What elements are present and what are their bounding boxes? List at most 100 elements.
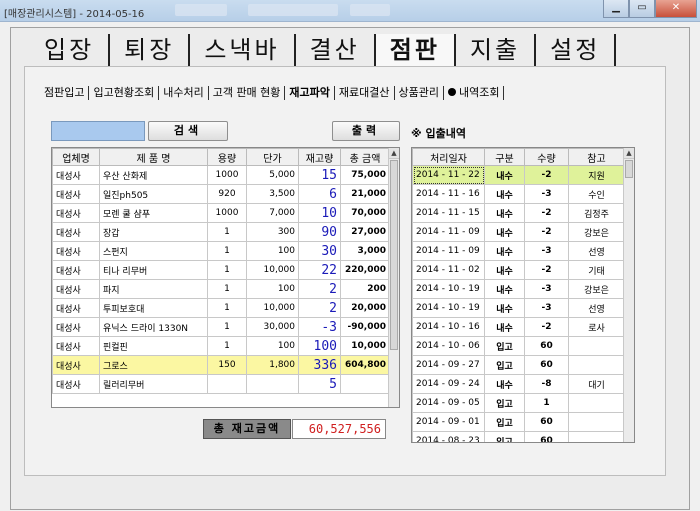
history-row[interactable]: 2014 - 11 - 09 내수 -3 선영 <box>412 241 625 261</box>
sub-tab[interactable]: 점판입고 <box>40 86 90 100</box>
inventory-cell: 1 <box>207 298 247 318</box>
history-row[interactable]: 2014 - 10 - 16 내수 -2 로사 <box>412 317 625 337</box>
inventory-column-header[interactable]: 단가 <box>246 148 299 166</box>
history-cell: 수인 <box>568 184 625 204</box>
inventory-row[interactable]: 대성사 핀컬핀 1 100 100 10,000 <box>52 336 390 356</box>
inventory-cell: 5,000 <box>246 165 299 185</box>
inventory-cell: 150 <box>207 355 247 375</box>
history-row[interactable]: 2014 - 09 - 27 입고 60 <box>412 355 625 375</box>
history-cell: 선영 <box>568 298 625 318</box>
inventory-row[interactable]: 대성사 그로스 150 1,800 336 604,800 <box>52 355 390 375</box>
sub-tab[interactable]: 내역조회 <box>444 86 505 100</box>
history-cell: 지원 <box>568 165 625 185</box>
history-cell: 강보은 <box>568 222 625 242</box>
history-row[interactable]: 2014 - 09 - 05 입고 1 <box>412 393 625 413</box>
history-cell: 2014 - 09 - 01 <box>412 412 485 432</box>
inventory-row[interactable]: 대성사 모렌 쿨 샴푸 1000 7,000 10 70,000 <box>52 203 390 223</box>
sub-tab-label: 재고파악 <box>289 86 330 99</box>
history-column-header[interactable]: 처리일자 <box>412 148 485 166</box>
history-row[interactable]: 2014 - 08 - 23 입고 60 <box>412 431 625 442</box>
inventory-row[interactable]: 대성사 투피보호대 1 10,000 2 20,000 <box>52 298 390 318</box>
inventory-column-header[interactable]: 총 금액 <box>340 148 390 166</box>
minimize-icon[interactable]: ▁ <box>603 0 629 18</box>
inventory-row[interactable]: 대성사 우산 산화제 1000 5,000 15 75,000 <box>52 165 390 185</box>
main-tab[interactable]: 지출 <box>456 34 537 66</box>
history-cell: 2014 - 11 - 09 <box>412 241 485 261</box>
history-row[interactable]: 2014 - 11 - 16 내수 -3 수인 <box>412 184 625 204</box>
search-button[interactable]: 검색 <box>148 121 228 141</box>
inventory-row[interactable]: 대성사 장갑 1 300 90 27,000 <box>52 222 390 242</box>
history-cell: 2014 - 11 - 15 <box>412 203 485 223</box>
history-cell: -2 <box>524 203 569 223</box>
inventory-cell: 대성사 <box>52 184 100 204</box>
history-row[interactable]: 2014 - 11 - 02 내수 -2 기태 <box>412 260 625 280</box>
inventory-cell: 대성사 <box>52 355 100 375</box>
inventory-cell: 유닉스 드라이 1330N <box>99 317 208 337</box>
inventory-cell: 604,800 <box>340 355 390 375</box>
scroll-up-icon[interactable]: ▲ <box>624 148 634 159</box>
print-button[interactable]: 출력 <box>332 121 400 141</box>
history-row[interactable]: 2014 - 11 - 09 내수 -2 강보은 <box>412 222 625 242</box>
history-row[interactable]: 2014 - 10 - 19 내수 -3 선영 <box>412 298 625 318</box>
inventory-column-header[interactable]: 업체명 <box>52 148 100 166</box>
inventory-cell <box>207 374 247 394</box>
main-tab[interactable]: 스낵바 <box>190 34 296 66</box>
history-row[interactable]: 2014 - 10 - 19 내수 -3 강보은 <box>412 279 625 299</box>
history-cell <box>568 412 625 432</box>
inventory-cell: 티나 리무버 <box>99 260 208 280</box>
history-column-header[interactable]: 수량 <box>524 148 569 166</box>
sub-tab[interactable]: 입고현황조회 <box>89 86 160 100</box>
history-cell: 내수 <box>484 279 525 299</box>
history-row[interactable]: 2014 - 09 - 24 내수 -8 대기 <box>412 374 625 394</box>
history-row[interactable]: 2014 - 11 - 15 내수 -2 김정주 <box>412 203 625 223</box>
main-tab[interactable]: 결산 <box>296 34 376 66</box>
history-cell: 60 <box>524 431 569 442</box>
inventory-row[interactable]: 대성사 파지 1 100 2 200 <box>52 279 390 299</box>
inventory-row[interactable]: 대성사 유닉스 드라이 1330N 1 30,000 -3 -90,000 <box>52 317 390 337</box>
sub-tab[interactable]: 내수처리 <box>159 86 209 100</box>
inventory-column-header[interactable]: 재고량 <box>298 148 341 166</box>
history-column-header[interactable]: 참고 <box>568 148 625 166</box>
main-tab[interactable]: 설정 <box>536 34 617 66</box>
history-cell: 2014 - 08 - 23 <box>412 431 485 442</box>
sub-tab[interactable]: 고객 판매 현황 <box>209 86 286 100</box>
scroll-up-icon[interactable]: ▲ <box>389 148 399 159</box>
history-row[interactable]: 2014 - 09 - 01 입고 60 <box>412 412 625 432</box>
inventory-cell: 1000 <box>207 203 247 223</box>
inventory-cell: 1 <box>207 317 247 337</box>
scroll-thumb[interactable] <box>390 160 398 350</box>
sub-tab[interactable]: 재고파악 <box>285 86 335 100</box>
inventory-row[interactable]: 대성사 티나 리무버 1 10,000 22 220,000 <box>52 260 390 280</box>
inventory-column-header[interactable]: 용량 <box>207 148 247 166</box>
history-row[interactable]: 2014 - 10 - 06 입고 60 <box>412 336 625 356</box>
inventory-column-header[interactable]: 제 품 명 <box>99 148 208 166</box>
main-tab[interactable]: 입장 <box>30 34 111 66</box>
maximize-icon[interactable]: ▭ <box>629 0 655 18</box>
sub-tab[interactable]: 상품관리 <box>395 86 444 100</box>
inventory-cell: 10,000 <box>246 260 299 280</box>
inventory-table: 업체명 제 품 명 용량 단가 재고량 총 금액 대성사 우산 산화제 1000 5,000 15… <box>51 147 400 408</box>
main-tab[interactable]: 점판 <box>375 34 456 66</box>
history-scrollbar[interactable]: ▲ <box>623 148 634 442</box>
title-bar: [매장관리시스템] - 2014-05-16 ▁ ▭ ✕ <box>0 0 700 22</box>
inventory-cell: 1 <box>207 222 247 242</box>
main-tab[interactable]: 퇴장 <box>110 34 191 66</box>
search-input[interactable] <box>51 121 145 141</box>
history-cell: 김정주 <box>568 203 625 223</box>
inventory-cell: 75,000 <box>340 165 390 185</box>
history-cell: 입고 <box>484 336 525 356</box>
history-column-header[interactable]: 구분 <box>484 148 525 166</box>
inventory-row[interactable]: 대성사 릴러리무버 5 <box>52 374 390 394</box>
history-cell: 강보은 <box>568 279 625 299</box>
sub-tab[interactable]: 재료대결산 <box>335 86 395 100</box>
history-row[interactable]: 2014 - 11 - 22 내수 -2 지원 <box>412 165 625 185</box>
inventory-cell: 투피보호대 <box>99 298 208 318</box>
inventory-scrollbar[interactable]: ▲ <box>388 148 399 407</box>
inventory-cell: 10 <box>298 203 341 223</box>
inventory-empty-cell <box>247 394 299 408</box>
close-icon[interactable]: ✕ <box>655 0 697 18</box>
history-cell: 내수 <box>484 260 525 280</box>
scroll-thumb[interactable] <box>625 160 633 178</box>
inventory-row[interactable]: 대성사 스펀지 1 100 30 3,000 <box>52 241 390 261</box>
inventory-row[interactable]: 대성사 일진ph505 920 3,500 6 21,000 <box>52 184 390 204</box>
